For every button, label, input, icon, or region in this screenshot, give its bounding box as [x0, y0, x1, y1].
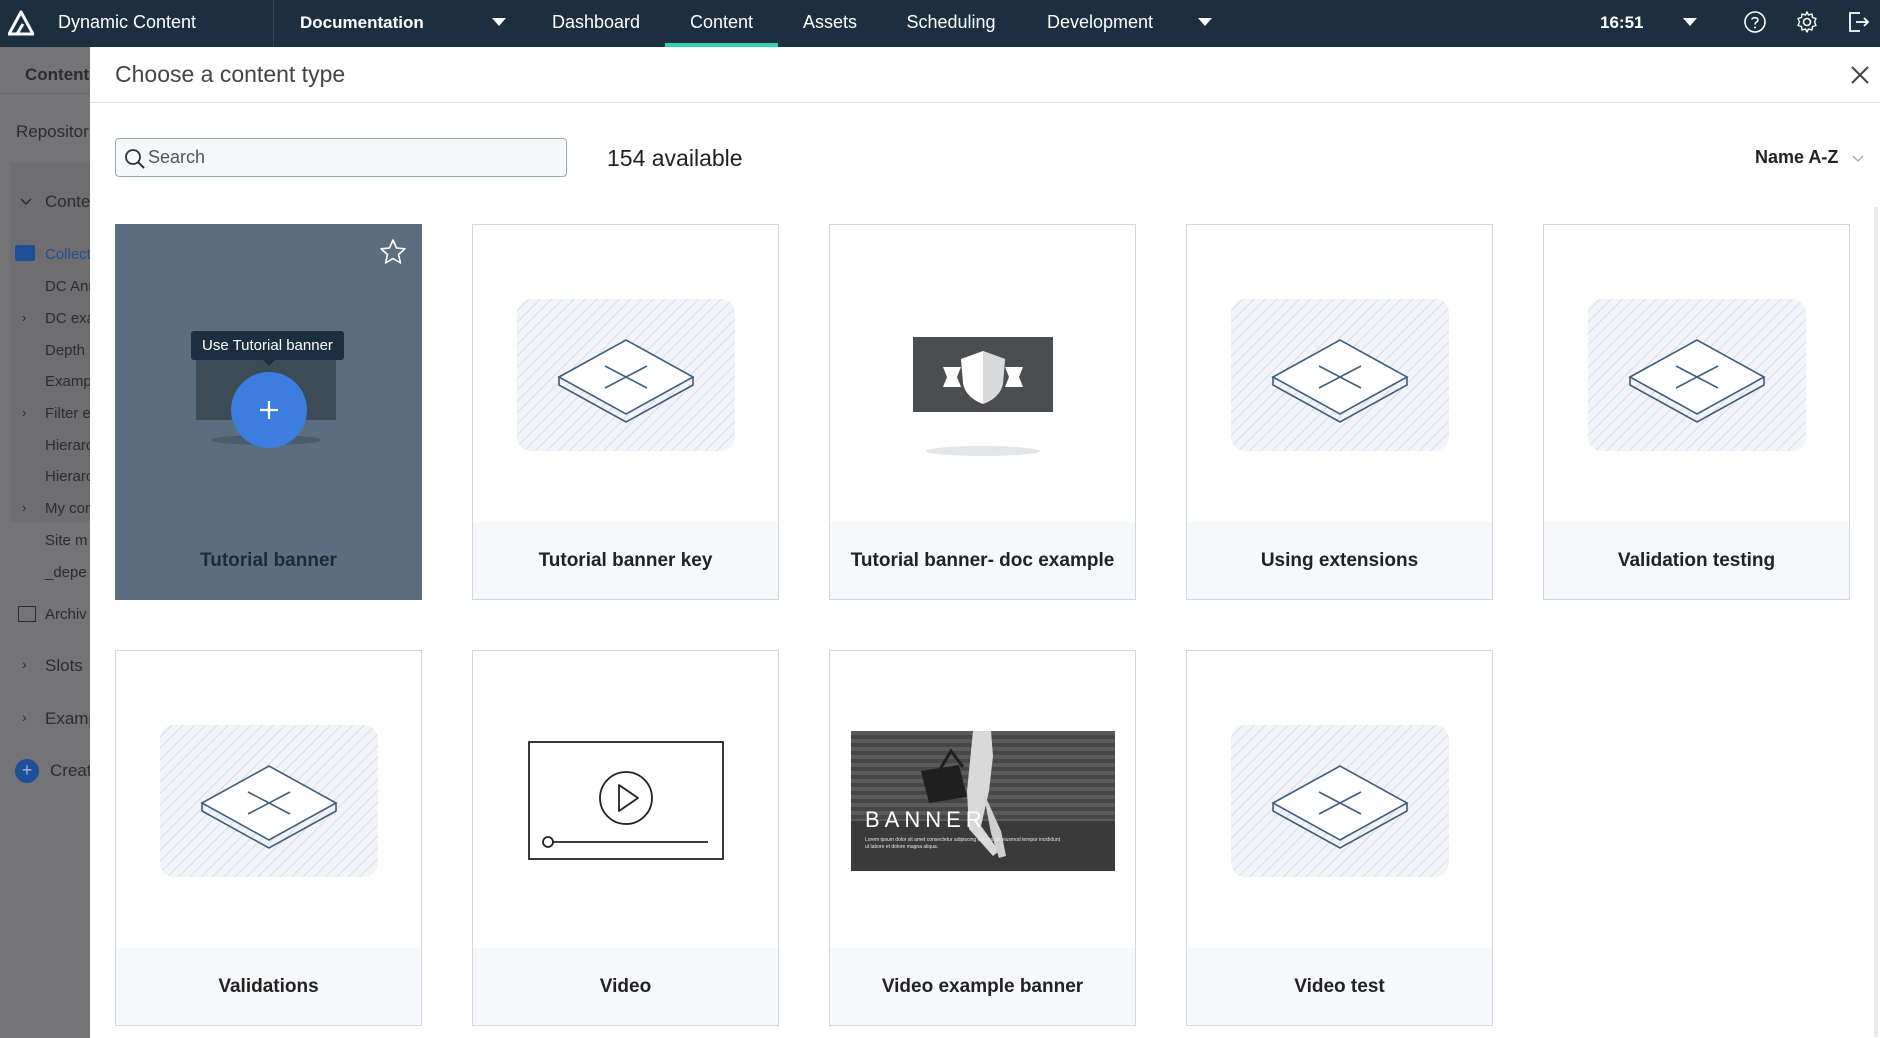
sidebar-section[interactable]: Conte	[45, 192, 90, 212]
chevron-right-icon[interactable]: ›	[22, 709, 27, 725]
chevron-right-icon[interactable]: ›	[22, 310, 26, 325]
star-icon[interactable]	[379, 238, 407, 266]
sort-selector[interactable]: Name A-Z	[1755, 147, 1838, 168]
sidebar-item[interactable]: Hierarc	[45, 437, 90, 454]
app-title: Dynamic Content	[58, 12, 197, 32]
card-label: Tutorial banner	[200, 550, 337, 571]
chevron-down-icon[interactable]	[1198, 18, 1212, 27]
content-type-card[interactable]: Video	[472, 650, 779, 1026]
card-thumbnail	[1187, 225, 1492, 522]
settings-icon[interactable]	[1795, 10, 1819, 34]
sidebar-header: Content	[25, 65, 90, 84]
placeholder-image-icon	[160, 725, 378, 877]
use-card-tooltip: Use Tutorial banner	[191, 331, 344, 366]
logout-icon[interactable]	[1846, 10, 1870, 34]
sidebar-item[interactable]: _depe	[45, 564, 87, 581]
card-thumbnail	[830, 225, 1135, 522]
plus-icon	[260, 401, 278, 419]
tab-assets[interactable]: Assets	[790, 0, 870, 47]
content-type-card[interactable]: Tutorial banner- doc example	[829, 224, 1136, 600]
sidebar-item[interactable]: Examp	[45, 709, 90, 729]
chevron-down-icon[interactable]	[492, 18, 506, 27]
sidebar-item[interactable]: My con	[45, 500, 90, 517]
topbar-divider	[273, 0, 274, 47]
chevron-right-icon[interactable]: ›	[22, 500, 26, 515]
chevron-down-icon[interactable]	[1852, 155, 1864, 163]
content-type-card[interactable]: Validation testing	[1543, 224, 1850, 600]
card-label: Video example banner	[881, 976, 1084, 997]
content-type-card[interactable]: Video test	[1186, 650, 1493, 1026]
scrollbar[interactable]	[1874, 207, 1878, 1037]
tab-content[interactable]: Content	[665, 0, 778, 47]
content-type-card[interactable]: Use Tutorial banner Tutorial banner	[115, 224, 422, 600]
sidebar-create[interactable]: Creat	[50, 761, 90, 781]
sidebar-item[interactable]: Site m	[45, 532, 88, 549]
placeholder-image-icon	[1231, 725, 1449, 877]
dialog-title: Choose a content type	[115, 61, 346, 87]
dialog-header: Choose a content type	[90, 47, 1880, 103]
sidebar-item[interactable]: Depth	[45, 342, 85, 359]
card-thumbnail: BANNER Lorem ipsum dolor sit amet consec…	[830, 651, 1135, 948]
card-thumbnail	[1544, 225, 1849, 522]
tab-scheduling[interactable]: Scheduling	[892, 0, 1010, 47]
card-label: Validations	[218, 976, 319, 997]
content-type-card[interactable]: Tutorial banner key	[472, 224, 779, 600]
banner-body-text: Lorem ipsum dolor sit amet consectetur a…	[865, 837, 1061, 850]
card-label: Tutorial banner key	[538, 550, 713, 571]
chevron-right-icon[interactable]: ›	[22, 656, 27, 672]
background-sidebar: Content Repositor Conte Collect DC Ann ›…	[0, 47, 90, 1038]
amplience-logo-icon[interactable]	[8, 10, 34, 36]
shield-banner-icon	[913, 337, 1053, 456]
choose-content-type-dialog: Choose a content type 154 available Name…	[90, 47, 1880, 1038]
placeholder-image-icon	[517, 299, 735, 451]
tab-dashboard[interactable]: Dashboard	[540, 0, 652, 47]
card-thumbnail: Use Tutorial banner	[116, 225, 421, 522]
add-content-button[interactable]	[231, 372, 307, 448]
card-label: Tutorial banner- doc example	[850, 550, 1115, 571]
top-navigation-bar: Dynamic Content Documentation Dashboard …	[0, 0, 1880, 47]
video-player-icon	[528, 741, 724, 860]
hub-selector[interactable]: Documentation	[300, 0, 424, 45]
help-icon[interactable]	[1743, 10, 1767, 34]
card-label: Video test	[1294, 976, 1385, 997]
card-label: Using extensions	[1260, 550, 1419, 571]
search-field[interactable]	[115, 138, 567, 177]
content-type-card[interactable]: Validations	[115, 650, 422, 1026]
close-icon[interactable]	[1850, 65, 1870, 85]
chevron-down-icon[interactable]	[1683, 18, 1697, 27]
sidebar-divider	[0, 93, 90, 94]
sidebar-repository[interactable]: Repositor	[16, 122, 89, 142]
banner-heading: BANNER	[865, 807, 987, 832]
placeholder-image-icon	[1588, 299, 1806, 451]
tab-development[interactable]: Development	[1035, 0, 1165, 47]
chevron-right-icon[interactable]: ›	[22, 405, 26, 420]
sidebar-item[interactable]: Collect	[45, 246, 90, 263]
clock-time: 16:51	[1600, 13, 1644, 32]
card-thumbnail	[473, 225, 778, 522]
sidebar-item[interactable]: DC Ann	[45, 278, 90, 295]
sidebar-item[interactable]: Slots	[45, 656, 83, 676]
search-input[interactable]	[148, 143, 558, 172]
sidebar-item[interactable]: DC exa	[45, 310, 90, 327]
search-icon	[125, 149, 145, 169]
card-label: Validation testing	[1617, 550, 1776, 571]
sidebar-item[interactable]: Archiv	[45, 606, 87, 623]
card-label: Video	[599, 976, 652, 997]
create-icon[interactable]: +	[15, 759, 39, 783]
card-thumbnail	[473, 651, 778, 948]
banner-photo: BANNER Lorem ipsum dolor sit amet consec…	[851, 731, 1115, 871]
archive-icon	[18, 606, 36, 622]
available-count: 154 available	[607, 145, 743, 171]
sidebar-item[interactable]: Hierarc	[45, 468, 90, 485]
sidebar-item[interactable]: Examp	[45, 373, 90, 390]
card-thumbnail	[116, 651, 421, 948]
content-type-card[interactable]: Using extensions	[1186, 224, 1493, 600]
collection-icon	[15, 245, 35, 261]
placeholder-image-icon	[1231, 299, 1449, 451]
sidebar-item[interactable]: Filter e	[45, 405, 90, 422]
card-thumbnail	[1187, 651, 1492, 948]
chevron-down-icon[interactable]	[20, 198, 32, 206]
content-type-card[interactable]: BANNER Lorem ipsum dolor sit amet consec…	[829, 650, 1136, 1026]
